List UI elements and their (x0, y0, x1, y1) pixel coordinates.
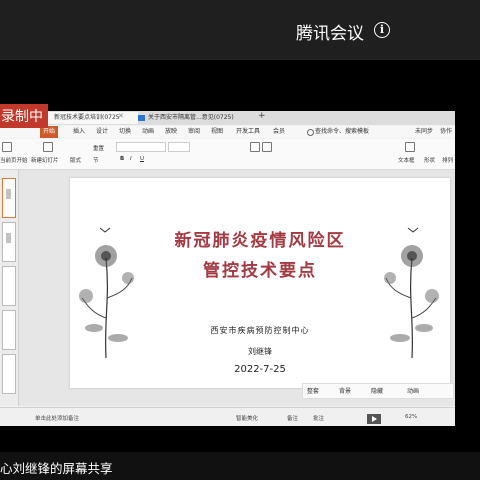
slide-thumbnail[interactable] (2, 222, 16, 262)
shape-label[interactable]: 形状 (424, 156, 435, 164)
slide-canvas: 新冠肺炎疫情风险区 管控技术要点 西安市疾病预防控制中心 刘继锋 2022-7-… (19, 170, 455, 406)
close-icon[interactable]: ✕ (118, 112, 124, 120)
new-tab-button[interactable]: + (258, 111, 266, 121)
floatbar-item-all[interactable]: 整套 (307, 386, 319, 395)
recording-label: 录制中 (1, 109, 43, 125)
slide-thumbnail[interactable] (2, 266, 16, 306)
layout-label[interactable]: 版式 (70, 156, 81, 164)
collaborate-button[interactable]: 协作 (440, 126, 452, 138)
menu-item-transition[interactable]: 切换 (119, 126, 131, 138)
tab-label: 关于西安市隔离管...意见(0725) (148, 114, 234, 121)
slide-author: 刘继锋 (248, 347, 272, 356)
reset-label[interactable]: 重置 (93, 144, 104, 152)
zoom-level: 62% (405, 414, 418, 420)
text-box-label[interactable]: 文本框 (398, 156, 415, 164)
floatbar-item-hide[interactable]: 隐藏 (371, 386, 383, 395)
play-icon (372, 416, 377, 422)
search-icon (307, 129, 314, 136)
notes-placeholder[interactable]: 单击此处添加备注 (35, 414, 79, 422)
ribbon-toolbar: 当前页开始 新建幻灯片 版式 节 重置 B I U 文本框 形状 排列 (0, 139, 455, 170)
font-family-select[interactable] (116, 142, 166, 152)
menu-item-slideshow[interactable]: 放映 (165, 126, 177, 138)
sync-status[interactable]: 未同步 (415, 126, 433, 138)
align-center-icon[interactable] (262, 142, 272, 152)
meeting-header (0, 0, 480, 60)
menu-item-developer[interactable]: 开发工具 (236, 126, 260, 138)
align-left-icon[interactable] (250, 142, 260, 152)
menu-item-insert[interactable]: 插入 (73, 126, 85, 138)
play-from-current-icon[interactable] (2, 142, 12, 152)
menu-item-animation[interactable]: 动画 (142, 126, 154, 138)
current-slide[interactable]: 新冠肺炎疫情风险区 管控技术要点 西安市疾病预防控制中心 刘继锋 2022-7-… (70, 178, 450, 388)
floatbar-item-background[interactable]: 背景 (339, 386, 351, 395)
menu-item-view[interactable]: 视图 (211, 126, 223, 138)
font-size-select[interactable] (168, 142, 190, 152)
document-tab-bar: 新冠技术要点培训(0725 ✕ 关于西安市隔离管...意见(0725) + (0, 111, 455, 125)
tab-active-document[interactable]: 新冠技术要点培训(0725 (48, 112, 138, 124)
slide-thumbnail[interactable] (2, 354, 16, 394)
menu-bar: 开始 插入 设计 切换 动画 放映 审阅 视图 开发工具 会员 查找命令、搜索模… (0, 126, 455, 138)
floatbar-item-animation[interactable]: 动画 (407, 386, 419, 395)
slide-date: 2022-7-25 (234, 364, 286, 375)
status-bar: 单击此处添加备注 智能美化 备注 批注 62% (0, 407, 455, 426)
tab-second-document[interactable]: 关于西安市隔离管...意见(0725) (136, 112, 266, 124)
document-icon (138, 115, 145, 121)
play-current-label[interactable]: 当前页开始 (0, 156, 28, 164)
command-search-input[interactable]: 查找命令、搜索模板 (315, 126, 369, 138)
thumb-graphic (6, 189, 11, 199)
bold-button[interactable]: B (120, 156, 124, 162)
slide-thumbnail-panel (0, 170, 19, 406)
notes-button[interactable]: 备注 (287, 414, 298, 422)
underline-button[interactable]: U (140, 156, 144, 162)
menu-item-design[interactable]: 设计 (96, 126, 108, 138)
slide-title-line1: 新冠肺炎疫情风险区 (174, 231, 346, 251)
section-label[interactable]: 节 (93, 156, 99, 164)
thumb-graphic (6, 233, 11, 243)
new-slide-icon[interactable] (43, 142, 53, 152)
screen-share-caption: 心刘继锋的屏幕共享 (0, 461, 113, 476)
slide-thumbnail[interactable] (2, 178, 16, 218)
comment-button[interactable]: 批注 (313, 414, 324, 422)
new-slide-label[interactable]: 新建幻灯片 (31, 156, 59, 164)
italic-button[interactable]: I (130, 156, 132, 162)
text-box-icon[interactable] (405, 142, 415, 152)
info-icon[interactable]: i (374, 22, 390, 38)
slide-organization: 西安市疾病预防控制中心 (210, 326, 310, 335)
menu-item-member[interactable]: 会员 (273, 126, 285, 138)
smart-beautify-button[interactable]: 智能美化 (236, 414, 258, 422)
presentation-app-window: 新冠技术要点培训(0725 ✕ 关于西安市隔离管...意见(0725) + 开始… (0, 111, 455, 426)
tab-label: 新冠技术要点培训(0725 (54, 114, 120, 121)
slide-floating-toolbar: 整套 背景 隐藏 动画 (302, 383, 454, 399)
slide-thumbnail[interactable] (2, 310, 16, 350)
slide-title-line2: 管控技术要点 (203, 261, 317, 281)
meeting-app-title: 腾讯会议 (296, 24, 364, 44)
arrange-label[interactable]: 排列 (442, 156, 453, 164)
menu-item-review[interactable]: 审阅 (188, 126, 200, 138)
